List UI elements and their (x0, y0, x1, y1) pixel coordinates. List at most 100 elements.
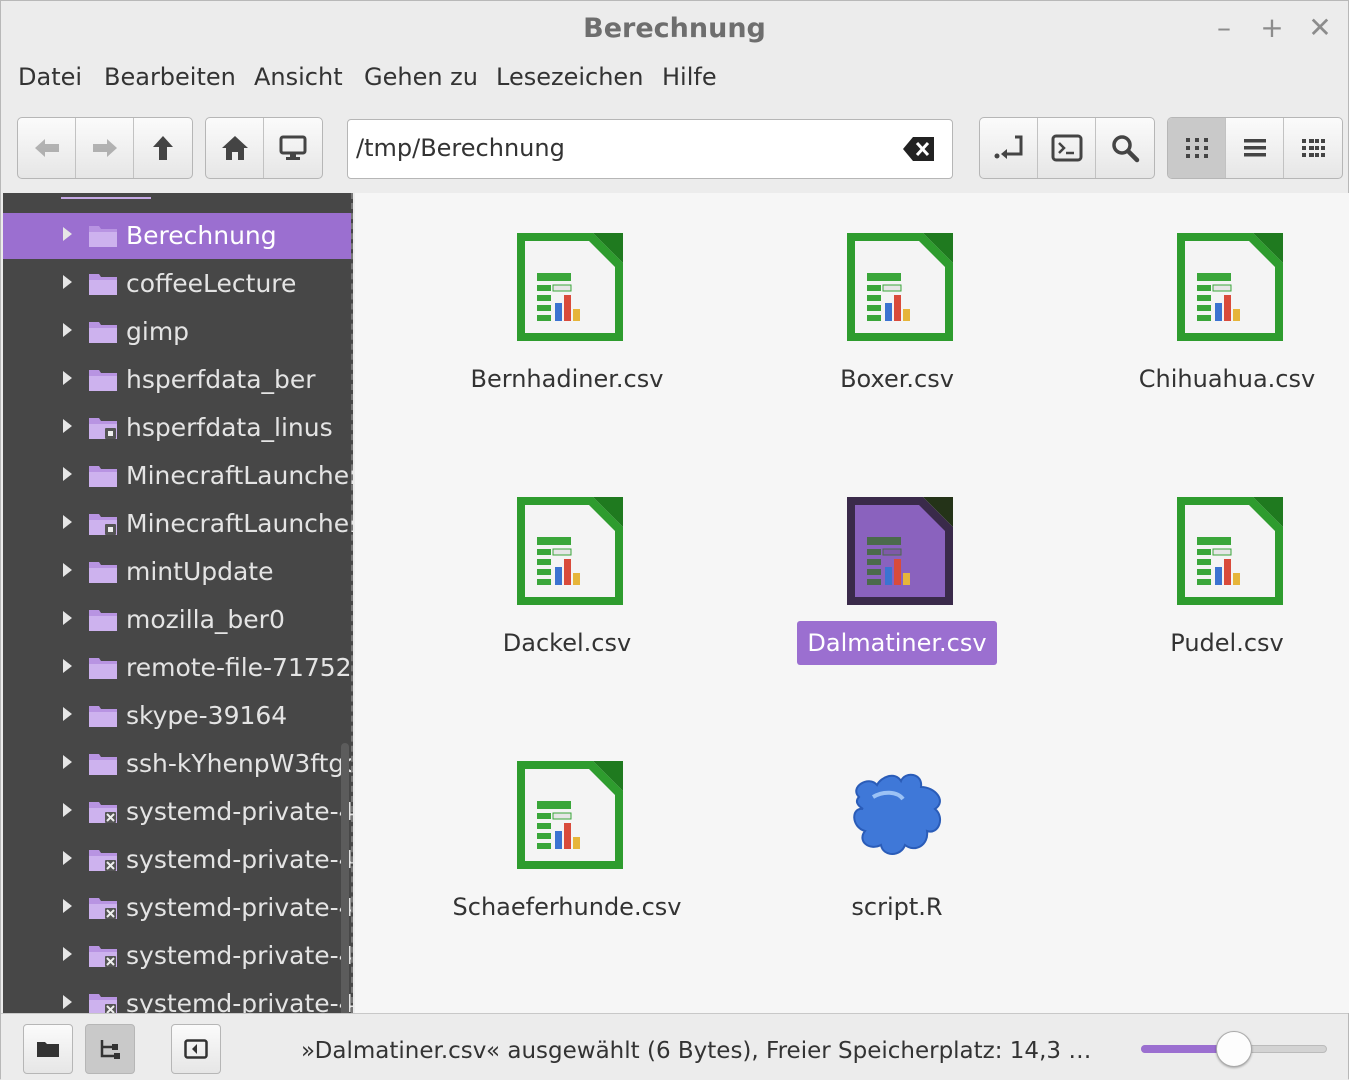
file-name-text: Boxer.csv (840, 365, 954, 393)
search-button[interactable] (1096, 118, 1154, 178)
sidebar-item[interactable]: skype-39164 (3, 693, 351, 739)
file-name-text: script.R (851, 893, 943, 921)
spreadsheet-icon (839, 493, 957, 615)
file-item[interactable]: Bernhadiner.csv (437, 229, 697, 409)
expand-arrow-icon[interactable] (63, 419, 72, 433)
folder-locked-icon (87, 415, 119, 445)
sidebar-item[interactable]: coffeeLecture (3, 261, 351, 307)
tmp-folder-partial (61, 193, 151, 199)
expand-arrow-icon[interactable] (63, 323, 72, 337)
tree-pane-button[interactable] (85, 1024, 135, 1074)
window-title: Berechnung (583, 13, 766, 44)
search-icon (1112, 135, 1140, 163)
spreadsheet-icon (509, 229, 627, 351)
zoom-slider-handle[interactable] (1216, 1031, 1252, 1067)
expand-arrow-icon[interactable] (63, 659, 72, 673)
sidebar-item[interactable]: MinecraftLauncher.1 (3, 501, 353, 547)
places-pane-button[interactable] (23, 1024, 73, 1074)
terminal-button[interactable] (1038, 118, 1096, 178)
expand-arrow-icon[interactable] (63, 275, 72, 289)
folder-icon (87, 223, 119, 253)
clear-location-icon[interactable] (902, 136, 936, 166)
file-item[interactable]: Boxer.csv (767, 229, 1027, 409)
sidebar-item[interactable]: gimp (3, 309, 351, 355)
sidebar-item[interactable]: systemd-private-46e (3, 933, 353, 979)
sidebar-item-label: Berechnung (126, 221, 277, 250)
expand-arrow-icon[interactable] (63, 227, 72, 241)
folder-icon (87, 463, 119, 493)
expand-arrow-icon[interactable] (63, 707, 72, 721)
toggle-location-button[interactable] (980, 118, 1038, 178)
sidebar-item[interactable]: remote-file-71752cc (3, 645, 353, 691)
expand-arrow-icon[interactable] (63, 899, 72, 913)
home-button[interactable] (206, 118, 264, 178)
sidebar-item-label: hsperfdata_linus (126, 413, 333, 442)
file-manager-window: Berechnung – + ✕ Datei Bearbeiten Ansich… (0, 0, 1349, 1080)
location-toggle-icon (994, 135, 1022, 159)
sidebar-item[interactable]: MinecraftLauncher.1 (3, 453, 353, 499)
expand-arrow-icon[interactable] (63, 995, 72, 1009)
file-name-text: Dalmatiner.csv (797, 621, 997, 665)
sidebar-tree[interactable]: Berechnung coffeeLecture gimp hsperfdata_be… (3, 193, 353, 1013)
sidebar-item[interactable]: hsperfdata_ber (3, 357, 351, 403)
location-bar[interactable]: /tmp/Berechnung (347, 119, 953, 179)
icon-view-button[interactable] (1168, 118, 1226, 178)
expand-arrow-icon[interactable] (63, 947, 72, 961)
sidebar-item[interactable]: systemd-private-46e (3, 981, 353, 1013)
forward-button[interactable] (76, 118, 134, 178)
menu-hilfe[interactable]: Hilfe (662, 63, 717, 91)
file-item[interactable]: Schaeferhunde.csv (437, 757, 697, 937)
menu-lesezeichen[interactable]: Lesezeichen (496, 63, 643, 91)
list-view-button[interactable] (1226, 118, 1284, 178)
sidebar-item[interactable]: systemd-private-46e (3, 789, 353, 835)
file-item[interactable]: Pudel.csv (1097, 493, 1349, 673)
sidebar-item[interactable]: mintUpdate (3, 549, 351, 595)
maximize-icon[interactable]: + (1255, 11, 1289, 45)
sidebar-item[interactable]: ssh-kYhenpW3ftgq (3, 741, 353, 787)
expand-arrow-icon[interactable] (63, 851, 72, 865)
sidebar-item[interactable]: mozilla_ber0 (3, 597, 351, 643)
close-icon[interactable]: ✕ (1303, 11, 1337, 45)
menu-datei[interactable]: Datei (18, 63, 82, 91)
folder-noaccess-icon (87, 799, 119, 829)
spreadsheet-icon (509, 757, 627, 879)
file-item[interactable]: Dalmatiner.csv (767, 493, 1027, 673)
file-item[interactable]: script.R (767, 757, 1027, 937)
sidebar-item[interactable]: hsperfdata_linus (3, 405, 351, 451)
menu-gehen-zu[interactable]: Gehen zu (364, 63, 478, 91)
file-name-text: Schaeferhunde.csv (452, 893, 682, 921)
folder-icon (87, 751, 119, 781)
folder-noaccess-icon (87, 991, 119, 1013)
file-item[interactable]: Chihuahua.csv (1097, 229, 1349, 409)
file-name-text: Chihuahua.csv (1138, 365, 1316, 393)
hide-sidebar-button[interactable] (171, 1024, 221, 1074)
sidebar-item-label: systemd-private-46e (126, 797, 353, 826)
file-view[interactable]: Bernhadiner.csv Boxer.csv Chihuahua.csv Dac… (355, 193, 1349, 1013)
expand-arrow-icon[interactable] (63, 563, 72, 577)
back-button[interactable] (18, 118, 76, 178)
expand-arrow-icon[interactable] (63, 755, 72, 769)
sidebar-item[interactable]: systemd-private-46e (3, 837, 353, 883)
minimize-icon[interactable]: – (1207, 11, 1241, 45)
file-name: Pudel.csv (1097, 629, 1349, 657)
status-text: »Dalmatiner.csv« ausgewählt (6 Bytes), F… (301, 1038, 1092, 1064)
expand-arrow-icon[interactable] (63, 467, 72, 481)
file-name: Dackel.csv (437, 629, 697, 657)
sidebar-scrollbar[interactable] (341, 743, 349, 1013)
sidebar-item-label: ssh-kYhenpW3ftgq (126, 749, 353, 778)
title-bar[interactable]: Berechnung – + ✕ (1, 1, 1348, 59)
expand-arrow-icon[interactable] (63, 803, 72, 817)
compact-view-button[interactable] (1284, 118, 1342, 178)
location-path[interactable]: /tmp/Berechnung (356, 134, 565, 162)
expand-arrow-icon[interactable] (63, 611, 72, 625)
expand-arrow-icon[interactable] (63, 515, 72, 529)
folder-pane-icon (37, 1042, 59, 1057)
sidebar-item[interactable]: Berechnung (3, 213, 351, 259)
menu-bearbeiten[interactable]: Bearbeiten (104, 63, 236, 91)
computer-button[interactable] (264, 118, 322, 178)
expand-arrow-icon[interactable] (63, 371, 72, 385)
menu-ansicht[interactable]: Ansicht (254, 63, 343, 91)
file-item[interactable]: Dackel.csv (437, 493, 697, 673)
up-button[interactable] (134, 118, 192, 178)
sidebar-item[interactable]: systemd-private-46e (3, 885, 353, 931)
